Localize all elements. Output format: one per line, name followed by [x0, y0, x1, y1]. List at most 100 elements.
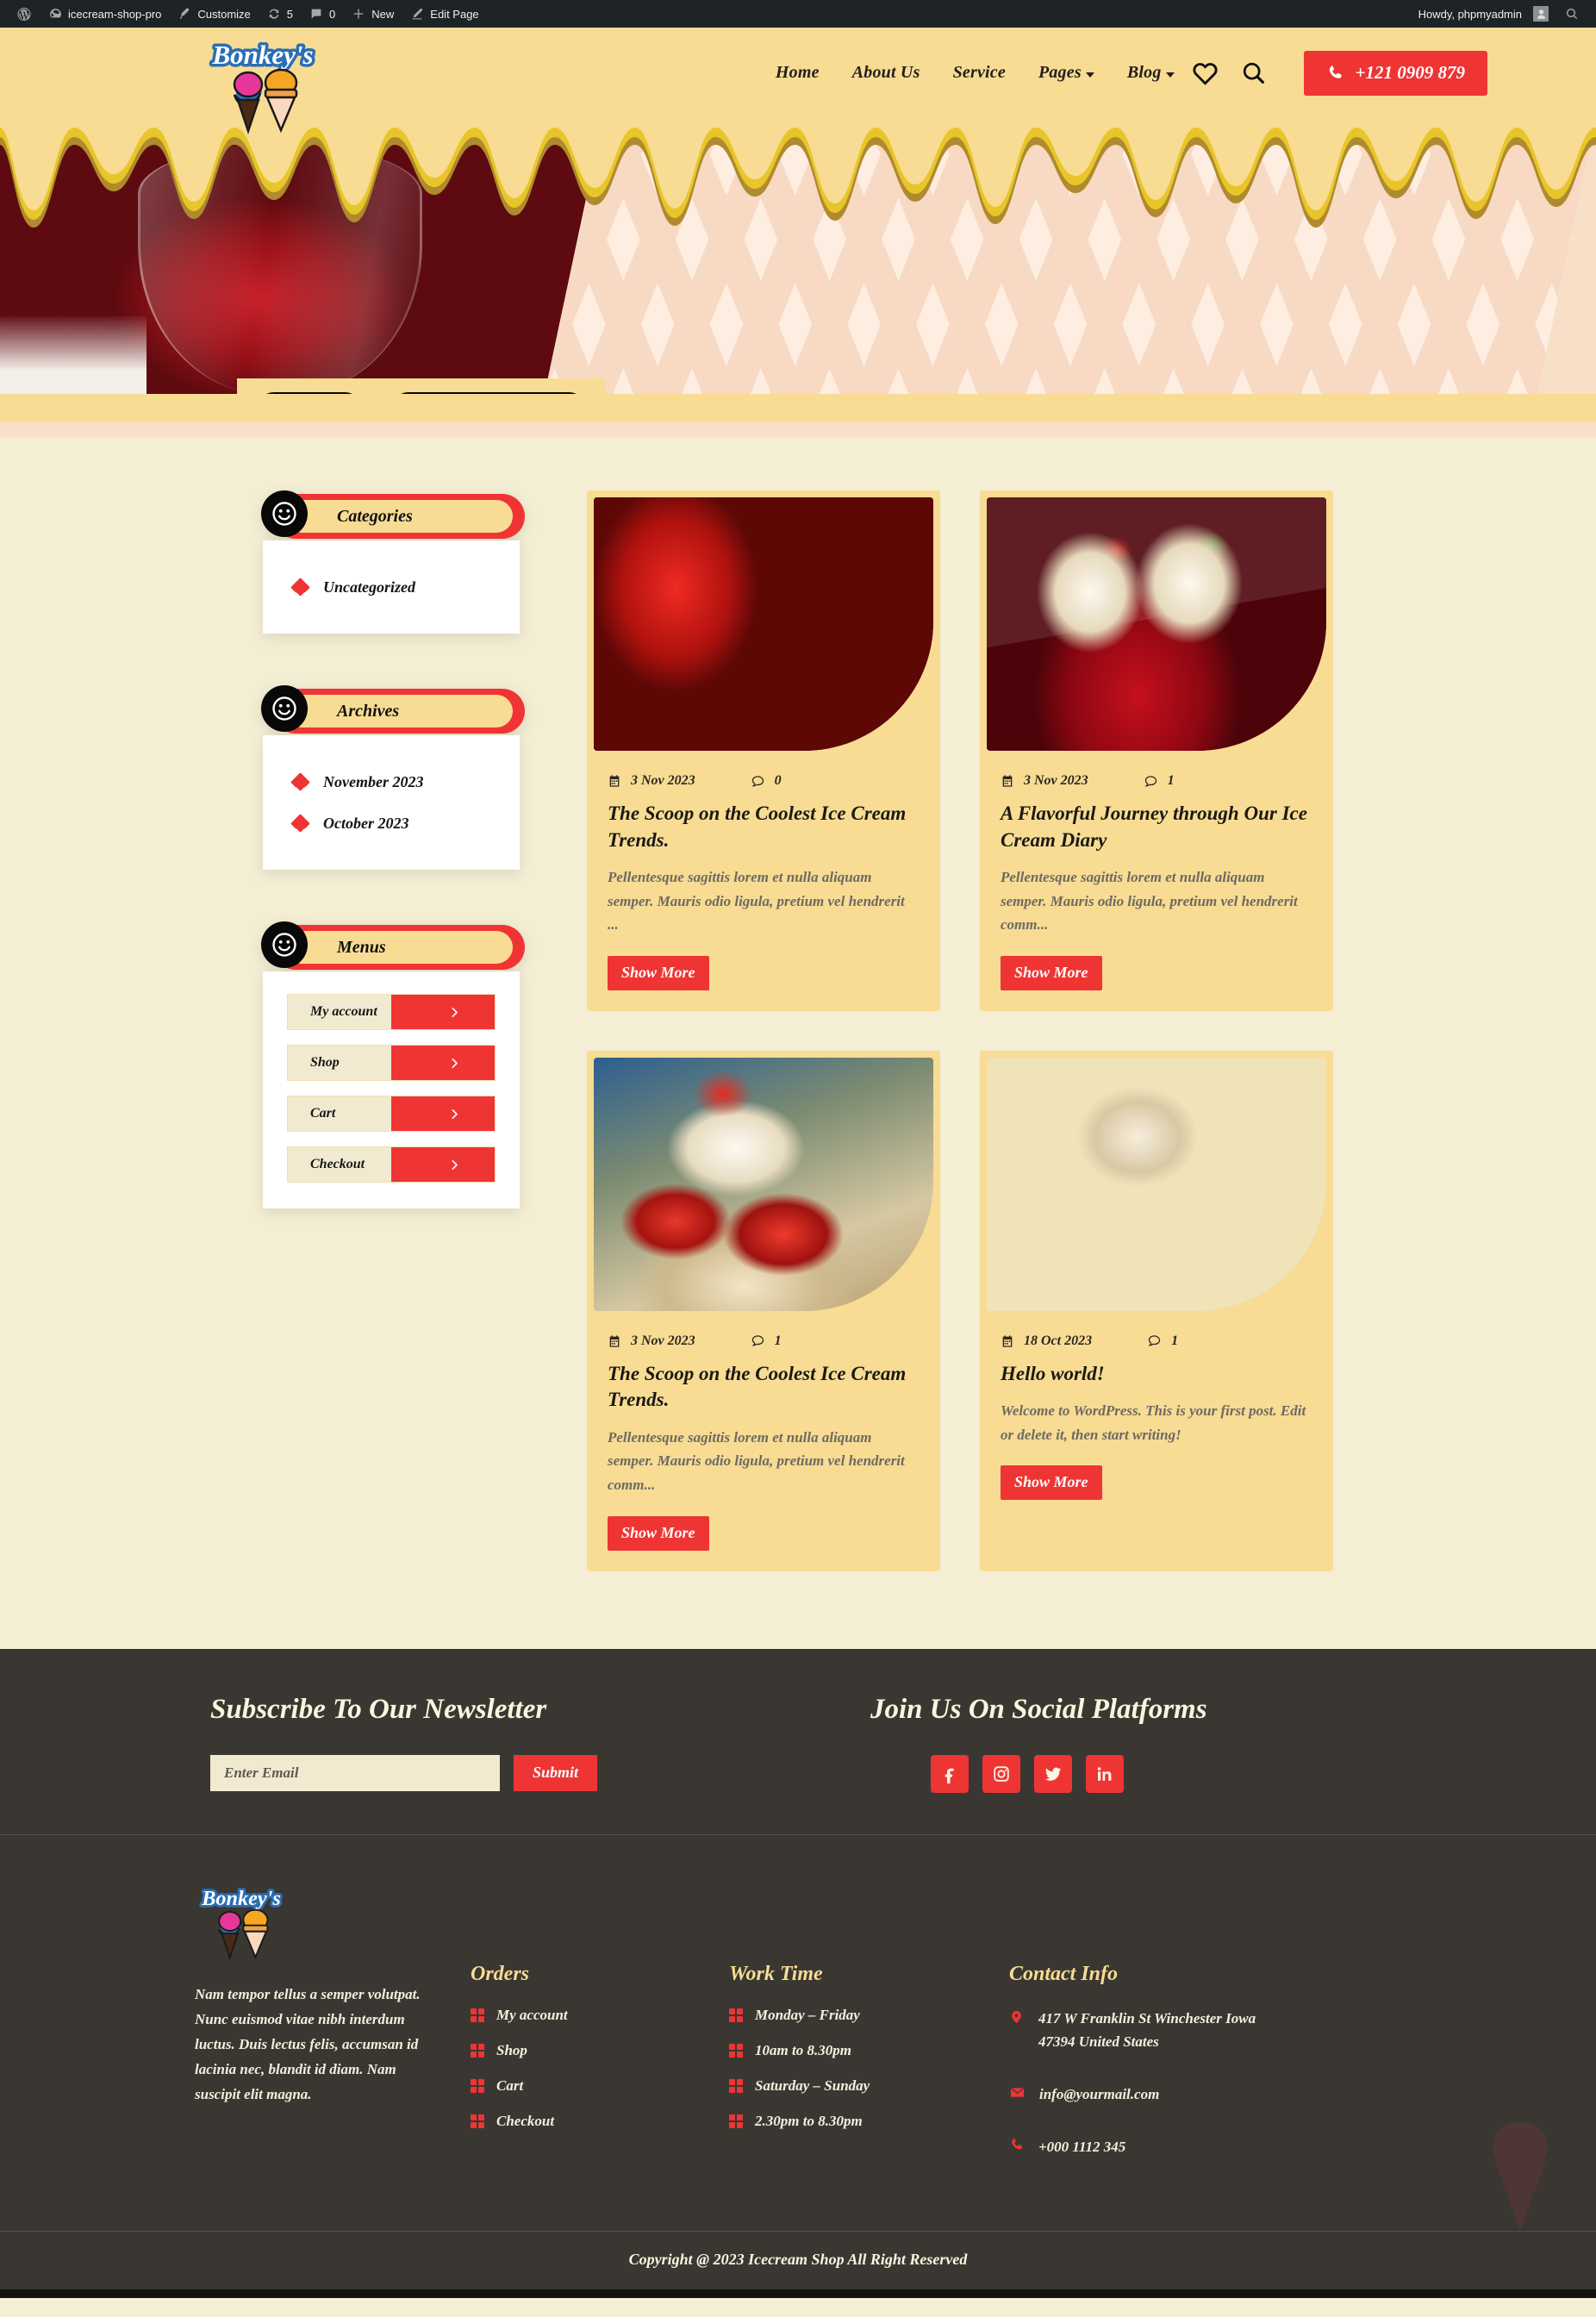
grid-bullet-icon	[729, 2008, 743, 2022]
grid-bullet-icon	[729, 2078, 743, 2093]
show-more-button[interactable]: Show More	[1001, 1465, 1102, 1501]
post-thumbnail[interactable]	[594, 497, 933, 751]
post-title[interactable]: A Flavorful Journey through Our Ice Crea…	[980, 789, 1333, 853]
nav-item-home[interactable]: Home	[776, 63, 820, 83]
post-thumbnail[interactable]	[987, 1057, 1326, 1311]
widget-title: Categories	[337, 506, 413, 526]
archive-item[interactable]: November 2023	[263, 761, 520, 803]
nav-item-service[interactable]: Service	[953, 63, 1006, 83]
grid-bullet-icon	[471, 2008, 484, 2022]
post-title[interactable]: Hello world!	[980, 1349, 1333, 1388]
post-date-label: 3 Nov 2023	[631, 773, 695, 788]
show-more-button[interactable]: Show More	[1001, 955, 1102, 990]
footer-link-my-account[interactable]: My account	[471, 2007, 729, 2024]
chevron-right-icon	[391, 1046, 495, 1080]
social-link-linkedin[interactable]	[1086, 1754, 1124, 1793]
footer-logo[interactable]: Bonkey's Bonkey's	[195, 1880, 471, 1963]
comment-bubble-icon	[1147, 1333, 1162, 1348]
avatar	[1533, 6, 1549, 22]
post-comment-count: 1	[751, 1333, 782, 1349]
phone-cta-button[interactable]: +121 0909 879	[1303, 50, 1487, 96]
updates-link[interactable]: 5	[259, 0, 301, 28]
newsletter-title: Subscribe To Our Newsletter	[210, 1693, 547, 1725]
social-title: Join Us On Social Platforms	[870, 1693, 1207, 1725]
widget-header: Menus	[261, 921, 525, 973]
post-meta: 3 Nov 2023 1	[587, 1311, 940, 1349]
site-search-button[interactable]	[1241, 60, 1266, 85]
admin-bar-right: Howdy, phpmyadmin	[1411, 0, 1587, 28]
post-title[interactable]: The Scoop on the Coolest Ice Cream Trend…	[587, 789, 940, 853]
facebook-icon	[940, 1764, 959, 1783]
my-account-menu[interactable]: Howdy, phpmyadmin	[1411, 0, 1556, 28]
menu-item-label: My account	[310, 1004, 377, 1019]
page-hero-banner: Home > Blog With Left Sidebar	[0, 118, 1596, 394]
menu-item-my-account[interactable]: My account	[287, 994, 496, 1030]
nav-label: Home	[775, 63, 820, 82]
archive-label: October 2023	[323, 814, 409, 832]
post-thumbnail[interactable]	[987, 497, 1326, 751]
post-title[interactable]: The Scoop on the Coolest Ice Cream Trend…	[587, 1349, 940, 1414]
post-card: 3 Nov 2023 1 The Scoop on the Coolest Ic…	[587, 1050, 940, 1571]
contact-email[interactable]: info@yourmail.com	[1009, 2083, 1410, 2106]
diamond-bullet-icon	[290, 578, 310, 596]
comment-bubble-icon	[1144, 774, 1158, 789]
grid-bullet-icon	[471, 2078, 484, 2093]
contact-phone-label: +000 1112 345	[1038, 2139, 1126, 2156]
breadcrumb-home-link[interactable]: Home	[256, 392, 363, 394]
post-comment-label: 0	[774, 773, 782, 788]
wp-logo-menu[interactable]	[9, 0, 40, 28]
category-label: Uncategorized	[323, 578, 415, 596]
new-content-link[interactable]: New	[343, 0, 402, 28]
site-name-label: icecream-shop-pro	[68, 7, 162, 21]
post-comment-count: 0	[751, 773, 782, 789]
menu-item-checkout[interactable]: Checkout	[287, 1146, 496, 1183]
nav-item-about-us[interactable]: About Us	[852, 63, 920, 83]
widget-categories: Categories Uncategorized	[261, 490, 525, 634]
worktime-row: Saturday – Sunday	[729, 2077, 1009, 2095]
ice-cream-watermark-icon	[1474, 2110, 1567, 2232]
footer-link-checkout[interactable]: Checkout	[471, 2113, 729, 2130]
site-logo[interactable]: Bonkey's Bonkey's	[203, 33, 322, 136]
archive-item[interactable]: October 2023	[263, 803, 520, 844]
menu-item-label: Cart	[310, 1106, 336, 1121]
post-comment-count: 1	[1144, 773, 1175, 789]
contact-phone[interactable]: +000 1112 345	[1009, 2135, 1410, 2158]
calendar-icon	[608, 774, 621, 788]
chevron-down-icon	[1165, 72, 1175, 78]
email-input[interactable]	[210, 1754, 500, 1791]
admin-search-button[interactable]	[1556, 0, 1587, 28]
post-meta: 3 Nov 2023 1	[980, 751, 1333, 789]
site-name-menu[interactable]: icecream-shop-pro	[40, 0, 169, 28]
contact-email-label: info@yourmail.com	[1039, 2085, 1160, 2102]
customize-link[interactable]: Customize	[169, 0, 258, 28]
phone-icon	[1009, 2135, 1025, 2152]
nav-label: About Us	[851, 63, 920, 82]
nav-item-blog[interactable]: Blog	[1127, 63, 1175, 83]
footer-link-shop[interactable]: Shop	[471, 2042, 729, 2059]
wishlist-button[interactable]	[1192, 60, 1219, 85]
nav-item-pages[interactable]: Pages	[1038, 63, 1094, 83]
show-more-button[interactable]: Show More	[608, 955, 709, 990]
footer-worktime-title: Work Time	[729, 1962, 823, 1985]
archive-label: November 2023	[323, 772, 424, 790]
newsletter-section: Subscribe To Our Newsletter Submit Join …	[0, 1648, 1596, 1834]
site-header: Bonkey's Bonkey's Home About Us Service …	[0, 28, 1596, 134]
category-item[interactable]: Uncategorized	[263, 566, 520, 608]
post-thumbnail[interactable]	[594, 1057, 933, 1311]
newsletter-form: Submit	[210, 1754, 870, 1791]
edit-page-link[interactable]: Edit Page	[402, 0, 486, 28]
show-more-button[interactable]: Show More	[608, 1515, 709, 1551]
menu-item-shop[interactable]: Shop	[287, 1045, 496, 1081]
footer-link-cart[interactable]: Cart	[471, 2077, 729, 2095]
social-link-twitter[interactable]	[1034, 1754, 1072, 1793]
chevron-right-icon	[391, 1096, 495, 1131]
footer-link-label: My account	[496, 2006, 568, 2023]
comments-link[interactable]: 0	[301, 0, 343, 28]
social-link-instagram[interactable]	[982, 1754, 1020, 1793]
menu-item-cart[interactable]: Cart	[287, 1096, 496, 1132]
newsletter-submit-button[interactable]: Submit	[514, 1754, 598, 1791]
worktime-row: Monday – Friday	[729, 2007, 1009, 2024]
envelope-icon	[1009, 2083, 1026, 2101]
social-link-facebook[interactable]	[931, 1754, 969, 1793]
hero-bottom-strip	[0, 394, 1596, 422]
